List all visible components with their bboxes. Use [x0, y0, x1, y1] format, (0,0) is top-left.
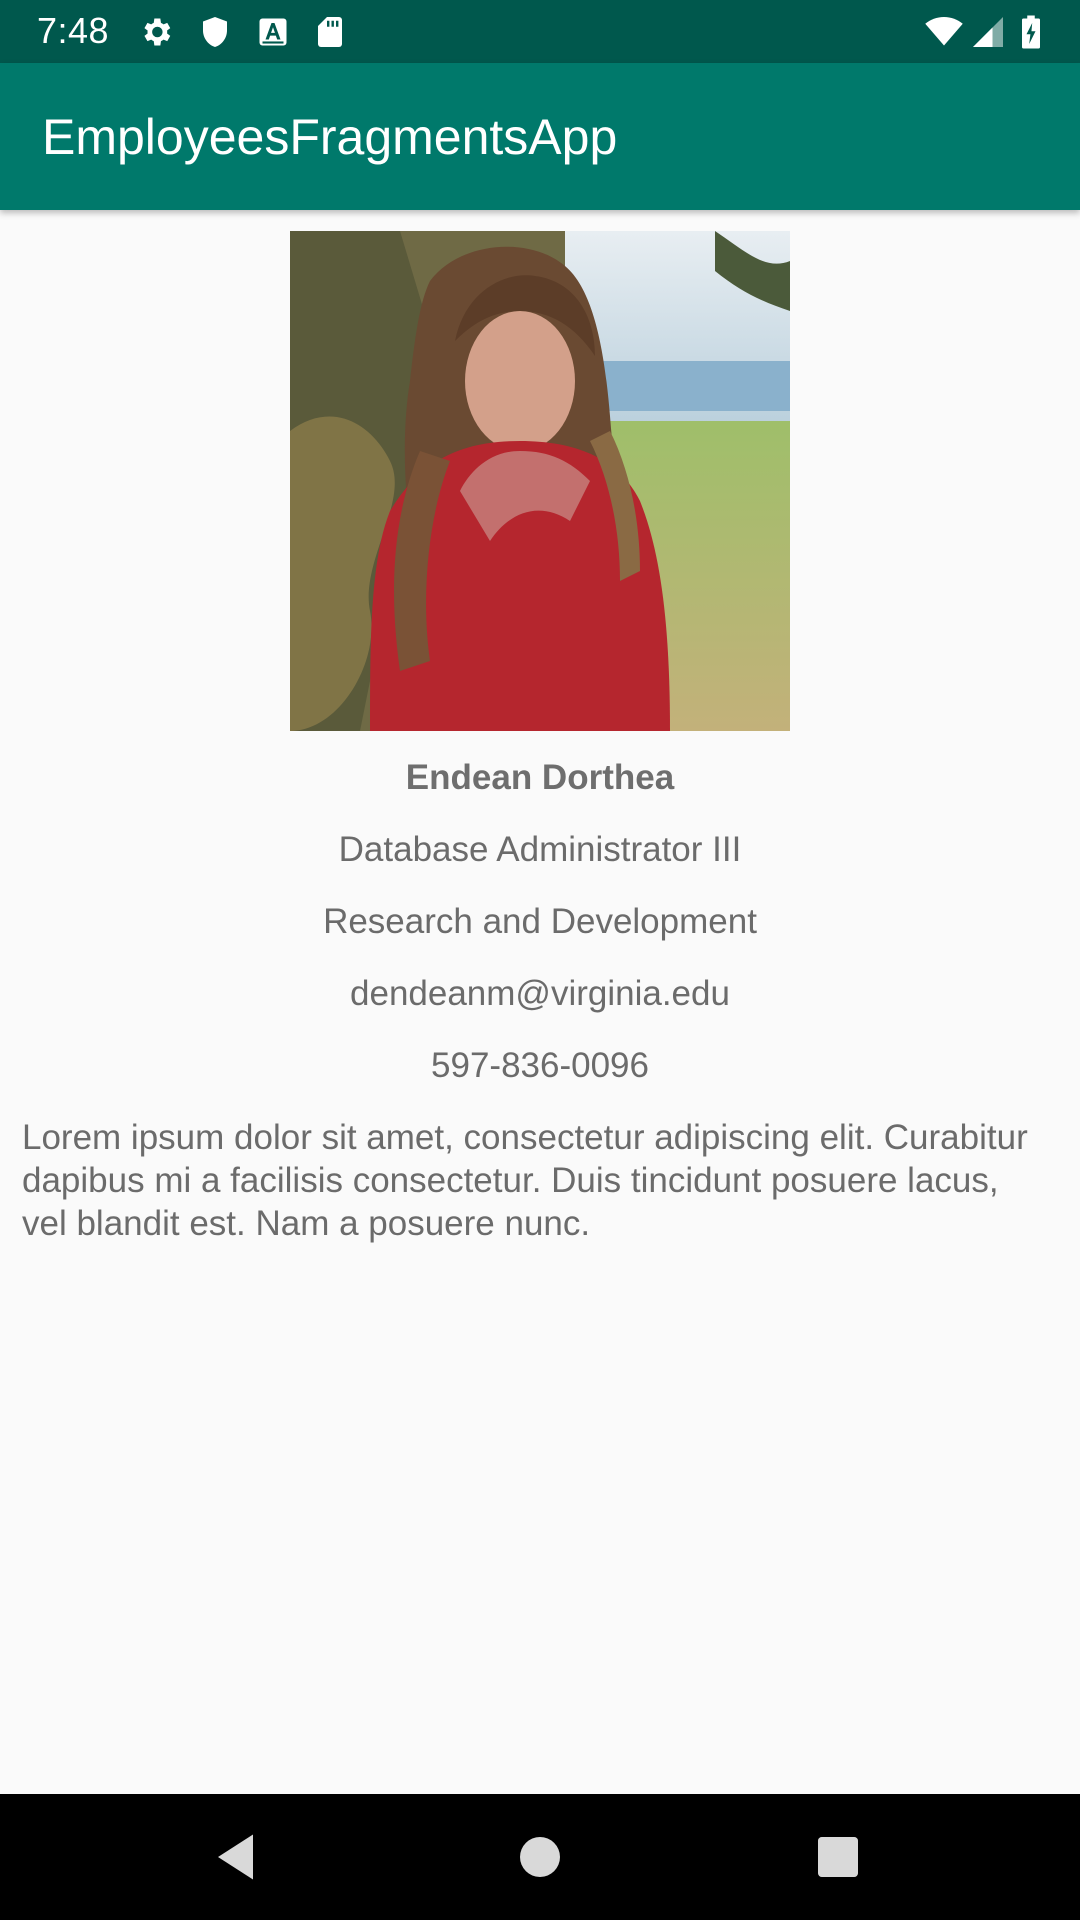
screen: 7:48 EmployeesFragmentsApp Endean Dorthe…: [0, 0, 1080, 1920]
status-time: 7:48: [37, 10, 110, 51]
app-bar: EmployeesFragmentsApp: [0, 63, 1080, 210]
navigation-bar: [0, 1794, 1080, 1920]
font-download-icon: [255, 14, 291, 50]
shield-icon: [197, 14, 233, 50]
back-icon[interactable]: [208, 1827, 268, 1887]
sd-card-icon: [312, 14, 348, 50]
employee-phone: 597-836-0096: [431, 1046, 649, 1085]
employee-department: Research and Development: [323, 902, 757, 941]
gear-icon: [138, 14, 174, 50]
employee-description: Lorem ipsum dolor sit amet, consectetur …: [22, 1118, 1028, 1243]
employee-photo: [290, 231, 790, 731]
home-icon[interactable]: [510, 1827, 570, 1887]
wifi-icon: [922, 14, 966, 50]
status-bar: 7:48: [0, 0, 1080, 63]
employee-detail: Endean Dorthea Database Administrator II…: [0, 210, 1080, 1794]
employee-name: Endean Dorthea: [405, 758, 675, 797]
cell-signal-icon: [970, 14, 1006, 50]
app-title: EmployeesFragmentsApp: [42, 109, 618, 165]
recents-icon[interactable]: [808, 1827, 868, 1887]
employee-email: dendeanm@virginia.edu: [350, 974, 730, 1013]
battery-charging-icon: [1014, 14, 1048, 50]
employee-job-title: Database Administrator III: [338, 830, 742, 869]
